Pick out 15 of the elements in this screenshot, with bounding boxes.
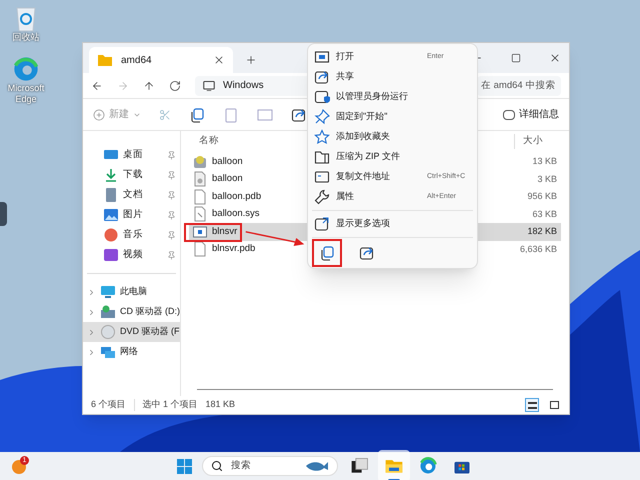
file-size: 63 KB (532, 208, 558, 220)
file-name: balloon.pdb (212, 190, 262, 204)
selection-info: 选中 1 个项目 (142, 398, 198, 412)
file-size: 13 KB (532, 155, 558, 168)
file-name: balloon (212, 172, 243, 186)
file-name: blnsvr.pdb (212, 242, 256, 256)
selection-size: 181 KB (206, 398, 236, 412)
file-size: 182 KB (527, 225, 558, 238)
file-size: 3 KB (537, 172, 558, 186)
file-size: 6,636 KB (520, 242, 558, 256)
file-size: 956 KB (527, 190, 558, 203)
file-name: blnsvr (212, 224, 238, 239)
item-count: 6 个项目 (91, 398, 126, 412)
file-name: balloon.sys (212, 207, 260, 222)
file-name: balloon (212, 154, 243, 169)
